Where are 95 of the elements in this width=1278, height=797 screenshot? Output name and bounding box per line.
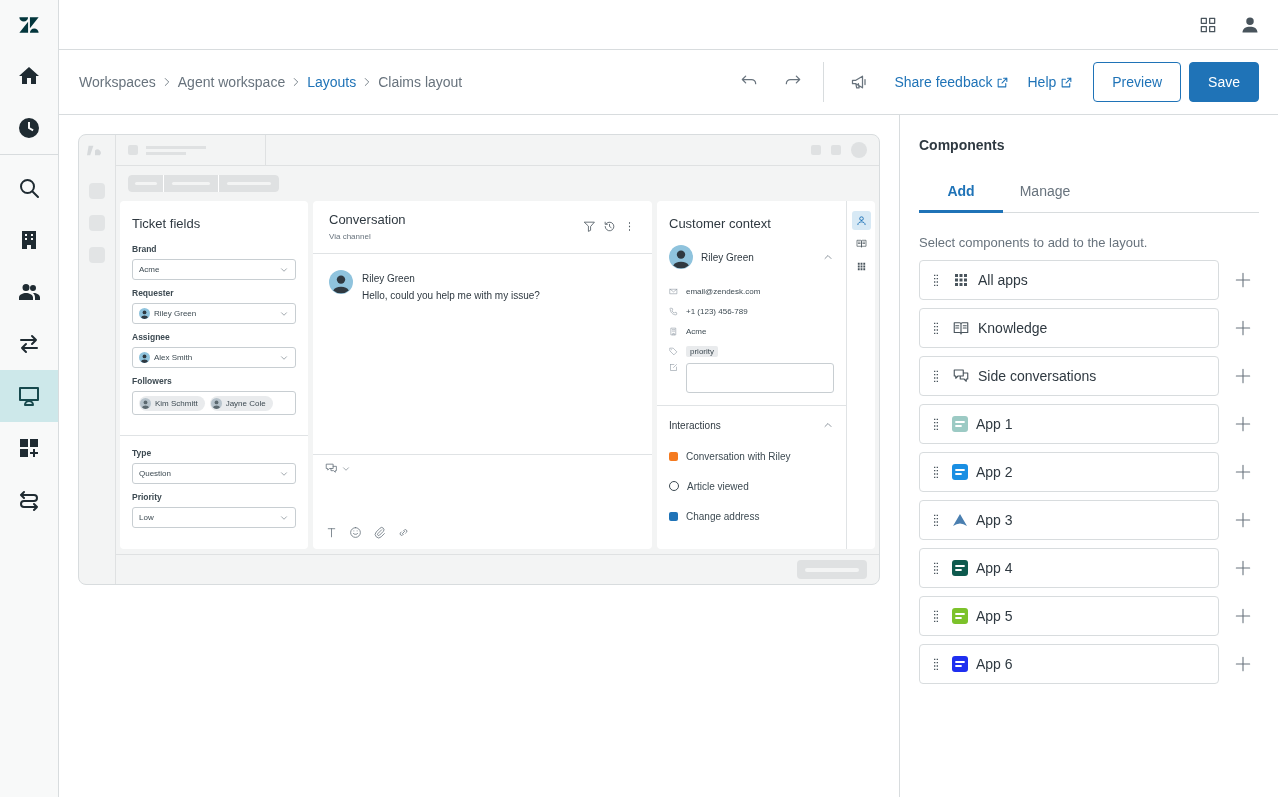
follower-tag[interactable]: Kim Schmitt [139, 395, 205, 411]
link-icon[interactable] [397, 526, 410, 539]
plus-icon [1233, 414, 1253, 434]
detail-text: email@zendesk.com [686, 286, 761, 296]
nav-button[interactable] [0, 370, 58, 422]
grid-icon [855, 261, 867, 272]
avatar-icon [210, 397, 222, 409]
clock-icon [17, 116, 41, 140]
avatar-icon [139, 352, 150, 363]
tab[interactable]: Add [919, 176, 1003, 213]
message-text: Hello, could you help me with my issue? [362, 290, 540, 301]
plus-icon [1233, 270, 1253, 290]
dropdown-field[interactable]: Question [132, 463, 296, 484]
dropdown-field[interactable]: Acme [132, 259, 296, 280]
emoji-icon[interactable] [349, 526, 362, 539]
external-link[interactable]: Help [1027, 74, 1074, 90]
avatar-icon [329, 270, 353, 294]
preview-button[interactable]: Preview [1093, 62, 1182, 102]
plus-icon [1233, 318, 1253, 338]
flow-icon [17, 488, 41, 512]
detail-text: Acme [686, 326, 707, 336]
book-icon [855, 238, 867, 249]
component-item[interactable]: Side conversations [919, 356, 1219, 396]
arrows-icon [17, 332, 41, 356]
component-item[interactable]: Knowledge [919, 308, 1219, 348]
interaction-item[interactable]: Change address [686, 510, 760, 522]
external-link[interactable]: Share feedback [894, 74, 1010, 90]
breadcrumb-link[interactable]: Agent workspace [177, 74, 286, 90]
external-link-icon [1060, 75, 1074, 89]
component-item[interactable]: All apps [919, 260, 1219, 300]
field-label: Priority [132, 492, 163, 502]
follower-tag[interactable]: Jayne Cole [209, 395, 273, 411]
filter-icon[interactable] [583, 220, 596, 233]
tab[interactable]: Manage [1003, 176, 1087, 213]
breadcrumb-link[interactable]: Claims layout [378, 74, 463, 90]
field-label: Type [132, 448, 153, 458]
add-grid-icon [17, 436, 41, 460]
save-button[interactable]: Save [1189, 62, 1259, 102]
history-icon[interactable] [603, 220, 616, 233]
component-item[interactable]: App 4 [919, 548, 1219, 588]
followers-field[interactable]: Kim Schmitt Jayne Cole [132, 391, 296, 415]
email-icon [669, 286, 678, 296]
plus-icon [1233, 366, 1253, 386]
section-title: Interactions [669, 419, 721, 431]
avatar-icon [669, 245, 693, 269]
panel-title: Components [919, 137, 1006, 153]
dropdown-field[interactable]: Alex Smith [132, 347, 296, 368]
plus-icon [1233, 558, 1253, 578]
search-icon [17, 176, 41, 200]
component-item[interactable]: App 6 [919, 644, 1219, 684]
field-label: Brand [132, 244, 158, 254]
plus-icon [1233, 462, 1253, 482]
avatar-icon [140, 397, 151, 409]
channel-subtitle: Via channel [329, 232, 372, 241]
component-item[interactable]: App 3 [919, 500, 1219, 540]
dropdown-field[interactable]: Riley Green [132, 303, 296, 324]
person-icon [855, 215, 867, 226]
component-item[interactable]: App 1 [919, 404, 1219, 444]
org-icon [669, 326, 678, 336]
avatar-icon [139, 308, 150, 319]
field-label: Assignee [132, 332, 171, 342]
monitor-icon [17, 384, 41, 408]
dropdown-field[interactable]: Low [132, 507, 296, 528]
plus-icon [1233, 606, 1253, 626]
note-icon [669, 363, 678, 372]
tag: priority [686, 345, 718, 357]
tag-icon [669, 346, 678, 356]
external-link-icon [996, 75, 1010, 89]
grid-icon [952, 271, 970, 289]
phone-icon [669, 306, 678, 316]
interaction-item[interactable]: Article viewed [687, 480, 749, 492]
panel-title: Ticket fields [131, 215, 202, 233]
plus-icon [1233, 510, 1253, 530]
logo-icon [87, 144, 103, 157]
chat-bubbles-icon[interactable] [325, 462, 338, 475]
plus-icon [1233, 654, 1253, 674]
interaction-item[interactable]: Conversation with Riley [686, 450, 791, 462]
text-format-icon[interactable] [325, 526, 338, 539]
panel-title: Customer context [669, 216, 772, 231]
hint-text: Select components to add to the layout. [919, 235, 1149, 250]
component-item[interactable]: App 2 [919, 452, 1219, 492]
chat-icon [952, 367, 970, 385]
attachment-icon[interactable] [373, 526, 386, 539]
field-label: Followers [132, 376, 173, 386]
component-item[interactable]: App 5 [919, 596, 1219, 636]
customer-name: Riley Green [701, 251, 755, 263]
message-author: Riley Green [362, 273, 416, 284]
breadcrumb-link[interactable]: Layouts [307, 74, 357, 90]
book-icon [952, 319, 970, 337]
note-field[interactable] [686, 363, 834, 393]
breadcrumb-link[interactable]: Workspaces [79, 74, 156, 90]
detail-text: +1 (123) 456-789 [686, 306, 748, 316]
field-label: Requester [132, 288, 175, 298]
logo-icon [16, 14, 42, 36]
panel-title: Conversation [329, 212, 406, 227]
